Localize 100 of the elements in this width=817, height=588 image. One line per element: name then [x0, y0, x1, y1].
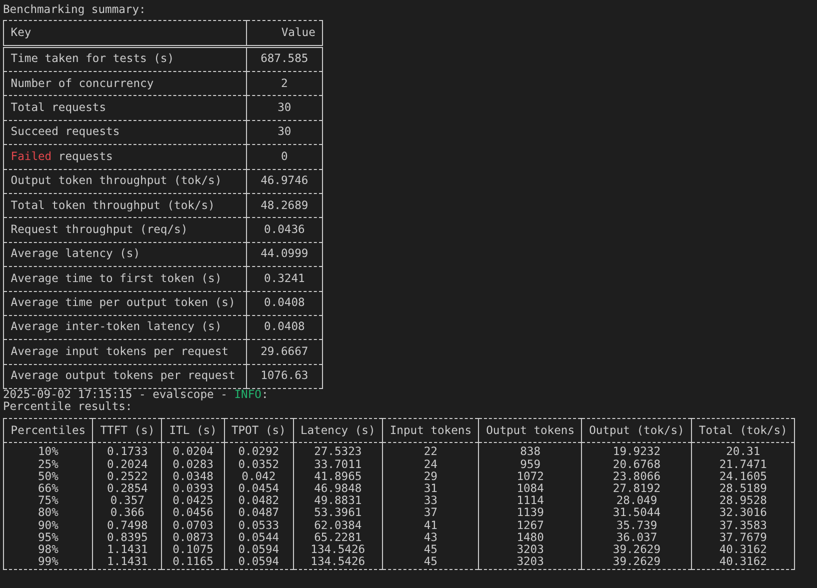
log-line: 2025-09-02 17:15:15 - evalscope - INFO:	[3, 389, 268, 402]
table-cell: 0.042	[224, 470, 294, 484]
table-cell: 1.1431	[92, 556, 162, 569]
table-cell: 0.7498	[92, 520, 162, 532]
table-cell: 687.585	[246, 46, 323, 72]
table-cell: 20.6768	[582, 458, 692, 471]
table-cell: 40.3162	[692, 544, 795, 556]
table-cell: 0.8395	[92, 532, 162, 544]
table-cell: 1480	[478, 532, 582, 544]
table-cell: 39.2629	[582, 556, 692, 569]
table-cell: Average input tokens per request	[4, 340, 246, 364]
table-cell: Succeed requests	[4, 120, 246, 145]
table-cell: 99%	[4, 556, 93, 569]
table-cell: 45	[382, 544, 479, 556]
column-header: ITL (s)	[162, 418, 224, 443]
table-cell: 29	[382, 470, 479, 484]
table-cell: 65.2281	[293, 532, 383, 544]
table-cell: 49.8831	[293, 495, 383, 508]
table-cell: 0.0456	[162, 507, 224, 520]
table-cell: 24	[382, 458, 479, 471]
table-cell: 43	[382, 532, 479, 544]
table-cell: 40.3162	[692, 556, 795, 569]
table-cell: 1072	[478, 470, 582, 484]
table-cell: 0.0408	[246, 291, 323, 316]
table-cell: 0.0204	[162, 442, 224, 459]
table-cell: 0	[246, 144, 323, 170]
table-cell: 53.3961	[293, 507, 383, 520]
table-cell: 35.739	[582, 520, 692, 532]
table-cell: Average output tokens per request	[4, 364, 246, 389]
table-cell: Average time per output token (s)	[4, 291, 246, 316]
table-cell: 0.0487	[224, 507, 294, 520]
table-cell: 33.7011	[293, 458, 383, 471]
table-cell: 0.0703	[162, 520, 224, 532]
table-cell: 0.0283	[162, 458, 224, 471]
table-cell: 1.1431	[92, 544, 162, 556]
table-cell: 27.5323	[293, 442, 383, 459]
table-cell: 24.1605	[692, 470, 795, 484]
table-cell: 98%	[4, 544, 93, 556]
table-cell: Total requests	[4, 96, 246, 120]
table-cell: 0.2522	[92, 470, 162, 484]
table-cell: 66%	[4, 483, 93, 496]
table-cell: 36.037	[582, 532, 692, 544]
table-cell: 28.5189	[692, 483, 795, 496]
table-cell: 27.8192	[582, 483, 692, 496]
table-cell: 0.0873	[162, 532, 224, 544]
table-cell: 62.0384	[293, 520, 383, 532]
table-cell: Failed requests	[4, 144, 246, 170]
table-cell: 22	[382, 442, 479, 459]
table-cell: 2	[246, 71, 323, 96]
table-cell: 0.366	[92, 507, 162, 520]
table-cell: 20.31	[692, 442, 795, 459]
table-cell: 1084	[478, 483, 582, 496]
table-cell: 37	[382, 507, 479, 520]
table-cell: 37.7679	[692, 532, 795, 544]
table-cell: 1267	[478, 520, 582, 532]
table-cell: 39.2629	[582, 544, 692, 556]
table-cell: 838	[478, 442, 582, 459]
table-cell: 28.9528	[692, 495, 795, 508]
table-cell: 0.1733	[92, 442, 162, 459]
section-title: Benchmarking summary:	[3, 4, 146, 16]
table-cell: 23.8066	[582, 470, 692, 484]
table-cell: 0.0533	[224, 520, 294, 532]
table-cell: Average inter-token latency (s)	[4, 315, 246, 340]
table-cell: 0.0436	[246, 218, 323, 242]
table-cell: 31	[382, 483, 479, 496]
column-header: Total (tok/s)	[692, 418, 795, 443]
table-cell: 31.5044	[582, 507, 692, 520]
column-header: TPOT (s)	[224, 418, 294, 443]
table-cell: Number of concurrency	[4, 71, 246, 96]
table-cell: 1139	[478, 507, 582, 520]
table-cell: 44.0999	[246, 242, 323, 267]
table-cell: 0.357	[92, 495, 162, 508]
table-cell: Average latency (s)	[4, 242, 246, 267]
table-cell: 134.5426	[293, 556, 383, 569]
column-header: Percentiles	[4, 418, 93, 443]
table-cell: 1076.63	[246, 364, 323, 389]
table-cell: 0.0454	[224, 483, 294, 496]
table-cell: 32.3016	[692, 507, 795, 520]
table-cell: 75%	[4, 495, 93, 508]
table-cell: 0.0352	[224, 458, 294, 471]
table-cell: 95%	[4, 532, 93, 544]
table-cell: 19.9232	[582, 442, 692, 459]
column-header: Output tokens	[478, 418, 582, 443]
table-cell: 134.5426	[293, 544, 383, 556]
column-header: Latency (s)	[293, 418, 383, 443]
table-cell: 80%	[4, 507, 93, 520]
table-cell: Total token throughput (tok/s)	[4, 193, 246, 218]
table-cell: 41.8965	[293, 470, 383, 484]
table-cell: 0.0348	[162, 470, 224, 484]
table-cell: 90%	[4, 520, 93, 532]
table-cell: 41	[382, 520, 479, 532]
table-cell: 1114	[478, 495, 582, 508]
table-cell: 10%	[4, 442, 93, 459]
table-cell: 46.9746	[246, 169, 323, 194]
table-cell: 0.0292	[224, 442, 294, 459]
table-cell: 37.3583	[692, 520, 795, 532]
table-cell: 45	[382, 556, 479, 569]
table-cell: 28.049	[582, 495, 692, 508]
column-header: Value	[246, 20, 323, 46]
table-cell: 0.2024	[92, 458, 162, 471]
